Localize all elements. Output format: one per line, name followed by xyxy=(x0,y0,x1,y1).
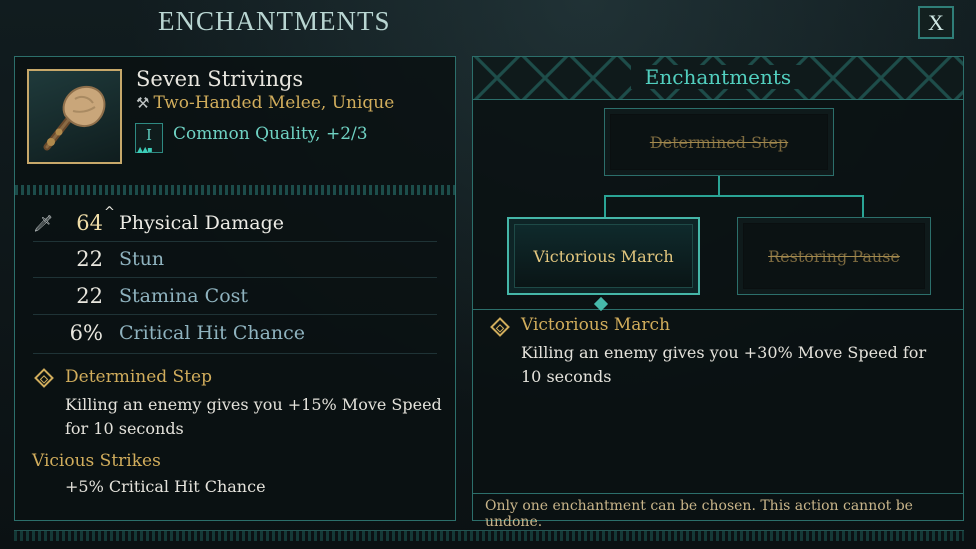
row-divider xyxy=(33,353,437,354)
tree-connector xyxy=(718,176,720,196)
stat-label: Stamina Cost xyxy=(119,285,249,307)
bonus-name: Vicious Strikes xyxy=(32,451,161,471)
stat-increase-marker: ^ xyxy=(104,205,115,220)
stat-row-stun: 22 Stun xyxy=(15,243,455,277)
item-type-label: Two-Handed Melee, Unique xyxy=(153,93,395,113)
enchantment-tree-panel: Enchantments Determined Step Victorious … xyxy=(472,56,964,530)
enchantment-panel-header: Enchantments xyxy=(473,57,963,100)
enchantment-description: Killing an enemy gives you +15% Move Spe… xyxy=(65,395,442,438)
row-divider xyxy=(33,277,437,278)
bonus-description: +5% Critical Hit Chance xyxy=(65,477,266,496)
tree-connector xyxy=(862,195,864,217)
stat-label: Physical Damage xyxy=(119,212,284,234)
enchantment-name: Determined Step xyxy=(65,367,212,387)
node-label: Determined Step xyxy=(649,132,789,152)
node-label: Victorious March xyxy=(533,246,674,266)
item-details-panel: Seven Strivings ⚒ Two-Handed Melee, Uniqu… xyxy=(14,56,456,521)
screen-title: ENCHANTMENTS xyxy=(158,6,391,36)
footer-divider xyxy=(473,493,963,494)
section-divider xyxy=(15,185,455,195)
item-quality: Common Quality, +2/3 xyxy=(173,124,368,144)
item-name: Seven Strivings xyxy=(136,67,304,91)
enchant-node-determined-step[interactable]: Determined Step xyxy=(604,108,834,176)
row-divider xyxy=(33,241,437,242)
selection-divider xyxy=(473,309,963,310)
stat-value: 22 xyxy=(76,247,103,271)
stat-value: 22 xyxy=(76,284,103,308)
selected-enchantment-description: Killing an enemy gives you +30% Move Spe… xyxy=(521,343,927,386)
stat-row-stamina-cost: 22 Stamina Cost xyxy=(15,280,455,314)
enchantment-diamond-icon xyxy=(34,368,54,388)
stat-value: 64 xyxy=(76,211,103,235)
node-label: Restoring Pause xyxy=(768,246,900,266)
bottom-decor-bar xyxy=(14,530,964,541)
stat-label: Critical Hit Chance xyxy=(119,322,306,344)
tree-connector xyxy=(604,195,606,217)
stat-label: Stun xyxy=(119,248,165,270)
row-divider xyxy=(33,314,437,315)
close-button[interactable]: X xyxy=(918,6,954,39)
stat-row-physical-damage: 🗡 64 ^ Physical Damage xyxy=(15,205,455,241)
item-type: ⚒ Two-Handed Melee, Unique xyxy=(136,93,394,113)
enchantment-diamond-icon xyxy=(490,317,510,337)
stat-value: 6% xyxy=(69,321,103,345)
sword-icon: 🗡 xyxy=(33,214,54,233)
footer-warning: Only one enchantment can be chosen. This… xyxy=(485,498,913,530)
item-header: Seven Strivings ⚒ Two-Handed Melee, Uniqu… xyxy=(15,57,455,189)
stat-row-critical-hit: 6% Critical Hit Chance xyxy=(15,317,455,351)
axe-icon: ⚒ xyxy=(136,94,150,112)
enchant-node-restoring-pause[interactable]: Restoring Pause xyxy=(737,217,931,295)
selected-enchantment-name: Victorious March xyxy=(521,315,671,335)
tree-connector xyxy=(604,195,863,197)
club-weapon-icon xyxy=(27,69,122,164)
enchantment-panel-title: Enchantments xyxy=(630,65,806,89)
enchant-node-victorious-march[interactable]: Victorious March xyxy=(507,217,700,295)
quality-pips-icon: ▲▲▪ xyxy=(137,145,153,154)
